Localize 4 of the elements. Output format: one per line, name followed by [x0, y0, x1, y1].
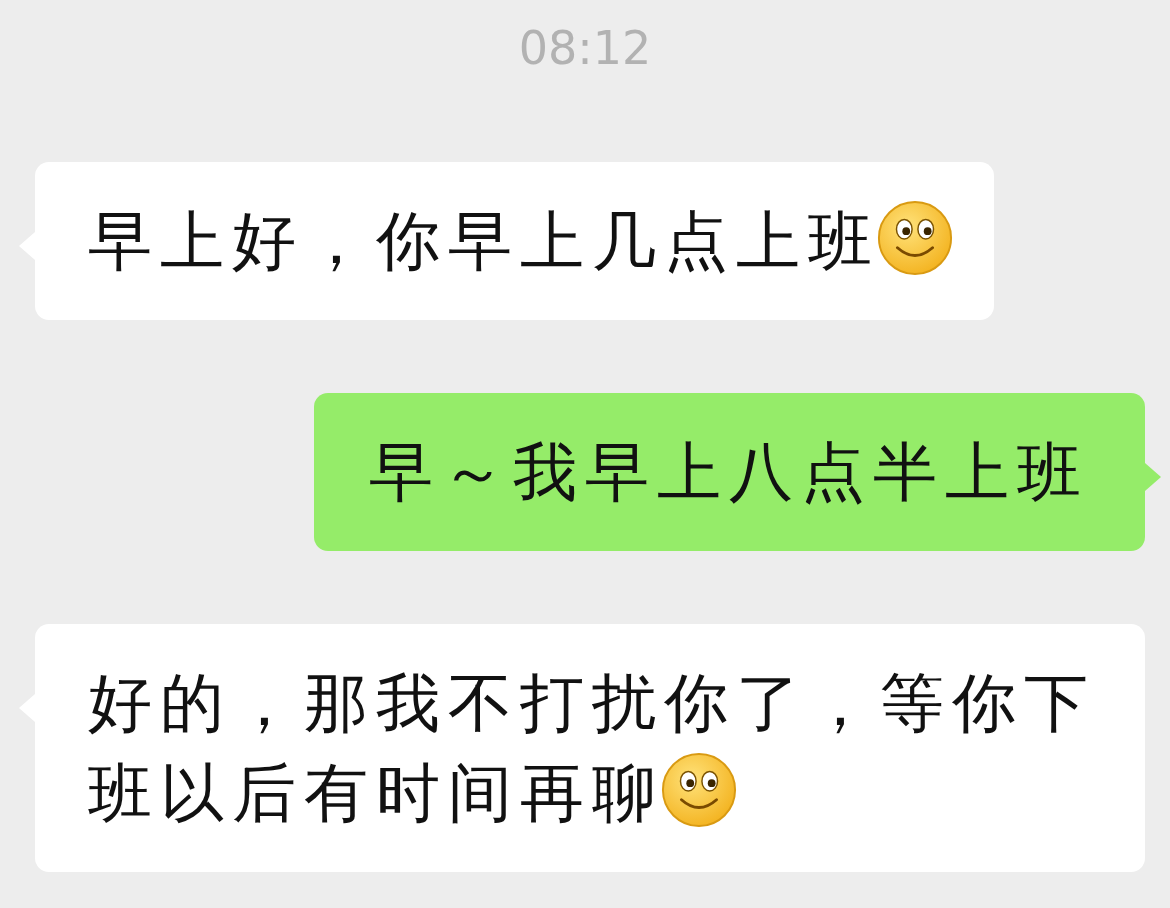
message-time: 08:12: [518, 20, 652, 76]
message-text: 早上好，你早上几点上班: [88, 204, 880, 278]
message-text: 早～我早上八点半上班: [369, 435, 1089, 509]
message-text: 好的，那我不打扰你了，等你下班以后有时间再聊: [88, 666, 1096, 830]
